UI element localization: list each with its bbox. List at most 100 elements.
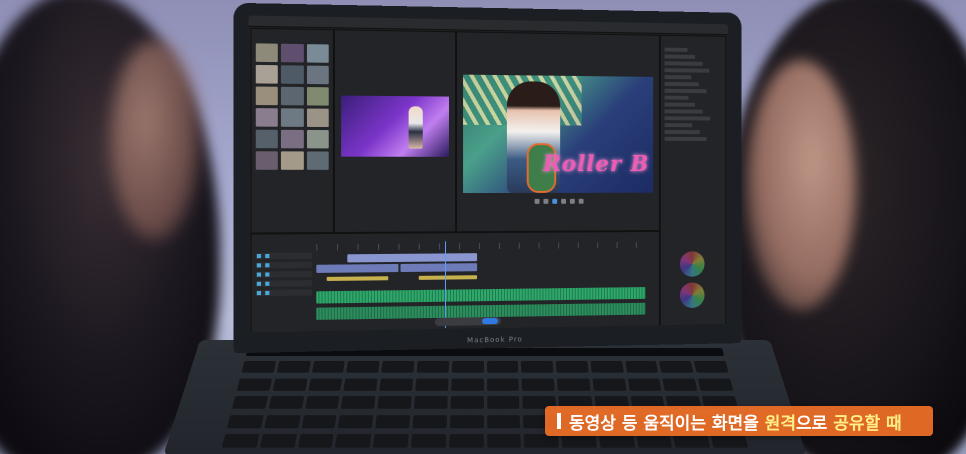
clip-thumbnail[interactable] (306, 108, 329, 128)
effect-item[interactable] (664, 61, 703, 66)
clip-thumbnail[interactable] (281, 129, 304, 149)
step-back-icon[interactable] (534, 198, 540, 204)
key (377, 396, 412, 409)
project-panel (250, 27, 334, 234)
graphic-clip[interactable] (418, 275, 478, 280)
key (449, 414, 484, 429)
clip-thumbnail[interactable] (306, 151, 329, 170)
clip-thumbnail[interactable] (281, 65, 304, 84)
clip-thumbnail[interactable] (255, 64, 279, 84)
key (486, 434, 522, 449)
key (624, 360, 659, 373)
key (561, 434, 597, 449)
key (486, 378, 520, 391)
key (268, 396, 304, 409)
clip-thumbnail[interactable] (306, 65, 329, 85)
clip-thumbnail[interactable] (281, 151, 304, 170)
key (259, 434, 297, 449)
clip-thumbnail[interactable] (255, 129, 279, 149)
effect-item[interactable] (664, 81, 699, 87)
clip-thumbnail[interactable] (255, 151, 279, 170)
graphic-clip[interactable] (326, 276, 389, 281)
effect-item[interactable] (664, 116, 711, 121)
caption-part-1: 동영상 등 움직이는 화면을 (569, 413, 765, 434)
color-wheel (679, 282, 705, 309)
key (276, 360, 311, 373)
track-header[interactable] (255, 261, 313, 269)
effect-item[interactable] (664, 75, 692, 80)
program-monitor: Roller B (456, 31, 660, 233)
video-clip[interactable] (400, 263, 478, 273)
key (304, 396, 340, 409)
audio-clip[interactable] (316, 287, 646, 304)
track-header[interactable] (255, 280, 313, 287)
key (301, 414, 337, 429)
share-button[interactable] (482, 317, 498, 325)
rewind-icon[interactable] (543, 198, 549, 204)
effects-list (664, 47, 722, 144)
person-right-face (746, 60, 856, 310)
video-editing-scene: Roller B MacBook Pro 동영상 등 움직이는 화면을 원격으로… (0, 0, 966, 454)
step-forward-icon[interactable] (569, 198, 575, 204)
clip-thumbnail[interactable] (306, 87, 329, 106)
key (415, 378, 449, 391)
timeline-toolbar (434, 316, 501, 327)
key (410, 434, 446, 449)
laptop-keyboard-deck (163, 340, 807, 454)
effect-item[interactable] (664, 102, 696, 107)
key (308, 378, 343, 391)
laptop-lid: Roller B MacBook Pro (233, 2, 742, 354)
effect-item[interactable] (664, 88, 707, 94)
effect-item[interactable] (664, 109, 703, 114)
person-left-face (110, 40, 200, 240)
effect-item[interactable] (664, 136, 707, 141)
key (521, 360, 554, 373)
effect-item[interactable] (664, 68, 710, 73)
clip-thumbnail[interactable] (281, 86, 304, 106)
video-clip[interactable] (316, 263, 399, 273)
key (662, 378, 698, 391)
track-header[interactable] (255, 252, 313, 260)
key (375, 414, 411, 429)
subtitle-caption: 동영상 등 움직이는 화면을 원격으로 공유할 때 (545, 406, 933, 436)
source-video-frame (341, 95, 450, 157)
key (311, 360, 346, 373)
video-clip[interactable] (347, 253, 478, 263)
clip-thumbnail[interactable] (306, 129, 329, 149)
track-header[interactable] (255, 289, 313, 297)
key (697, 378, 734, 391)
clip-thumbnail[interactable] (255, 108, 279, 127)
key (272, 378, 308, 391)
play-icon[interactable] (552, 198, 558, 204)
clip-thumbnail[interactable] (281, 43, 304, 63)
color-wheel (679, 251, 705, 277)
clip-thumbnail[interactable] (306, 44, 329, 63)
forward-icon[interactable] (561, 198, 567, 204)
clip-thumbnail[interactable] (281, 108, 304, 127)
effect-item[interactable] (664, 123, 693, 128)
caption-accent-bar (557, 413, 561, 429)
effect-item[interactable] (664, 129, 700, 135)
caption-text: 동영상 등 움직이는 화면을 원격으로 공유할 때 (569, 409, 902, 434)
key (231, 396, 268, 409)
effect-item[interactable] (664, 47, 688, 52)
key (416, 360, 449, 373)
clip-thumbnail[interactable] (255, 43, 279, 63)
key (451, 360, 484, 373)
key (636, 434, 673, 449)
key (486, 360, 519, 373)
clip-thumbnail[interactable] (255, 86, 279, 106)
caption-highlight-2: 공유할 때 (833, 413, 902, 434)
caption-part-2: 으로 (796, 413, 834, 434)
effect-item[interactable] (664, 95, 689, 100)
export-frame-icon[interactable] (578, 198, 584, 204)
playhead[interactable] (444, 241, 446, 328)
audio-track-1 (316, 287, 655, 304)
key (381, 360, 415, 373)
key (335, 434, 372, 449)
key (590, 360, 624, 373)
key (379, 378, 413, 391)
key (592, 378, 627, 391)
track-header[interactable] (255, 270, 313, 278)
effect-item[interactable] (664, 54, 695, 59)
